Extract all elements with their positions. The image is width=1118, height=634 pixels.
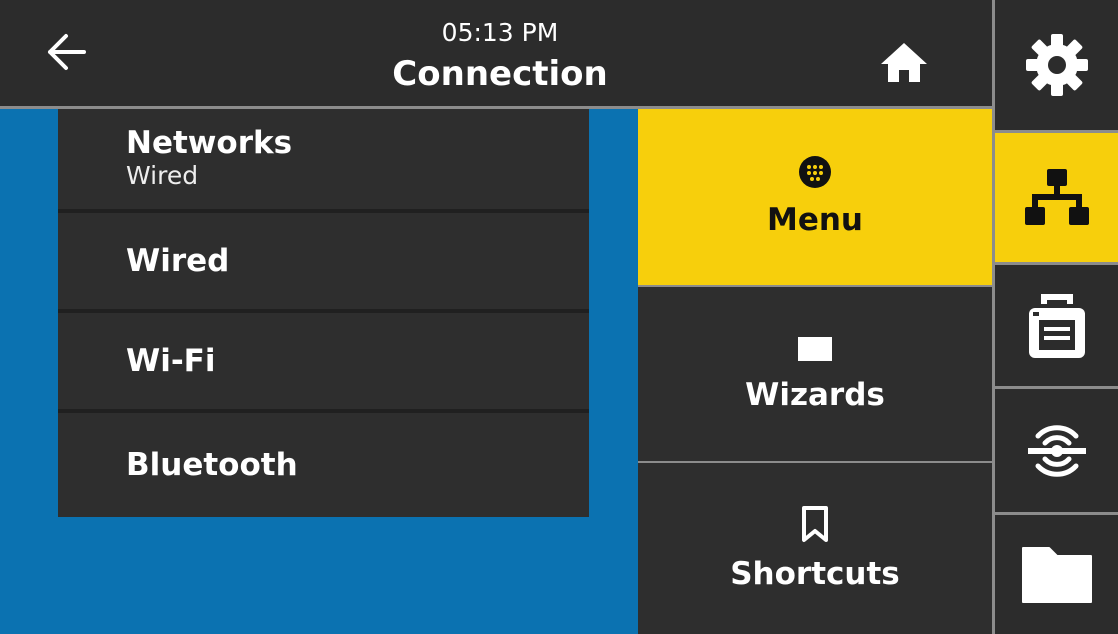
wizards-tile-button[interactable]: Wizards bbox=[638, 285, 992, 461]
rfid-icon bbox=[1027, 424, 1086, 477]
menu-item-label: Bluetooth bbox=[126, 447, 298, 483]
page-title: Connection bbox=[392, 54, 608, 94]
folder-icon bbox=[1021, 546, 1092, 603]
rail-storage-button[interactable] bbox=[995, 512, 1118, 634]
home-icon bbox=[881, 43, 927, 82]
clock-time: 05:13 PM bbox=[441, 18, 559, 47]
back-button[interactable] bbox=[30, 22, 102, 82]
rail-rfid-button[interactable] bbox=[995, 386, 1118, 512]
rail-settings-button[interactable] bbox=[995, 0, 1118, 130]
menu-item-bluetooth[interactable]: Bluetooth bbox=[58, 413, 589, 517]
bookmark-icon bbox=[802, 505, 828, 542]
shortcuts-tile-button[interactable]: Shortcuts bbox=[638, 461, 992, 634]
menu-item-wifi[interactable]: Wi-Fi bbox=[58, 313, 589, 413]
gear-icon bbox=[1025, 34, 1088, 96]
book-icon bbox=[798, 337, 832, 361]
header-bar: 05:13 PM Connection bbox=[0, 0, 992, 106]
menu-item-sublabel: Wired bbox=[126, 161, 199, 190]
menu-item-label: Wi-Fi bbox=[126, 343, 216, 379]
rail-print-button[interactable] bbox=[995, 262, 1118, 386]
home-button[interactable] bbox=[874, 38, 934, 86]
back-arrow-icon bbox=[48, 34, 86, 70]
menu-tile-label: Menu bbox=[766, 202, 863, 238]
menu-item-wired[interactable]: Wired bbox=[58, 213, 589, 313]
menu-item-networks[interactable]: Networks Wired bbox=[58, 109, 589, 213]
category-rail bbox=[992, 0, 1118, 634]
connection-menu-list: Networks Wired Wired Wi-Fi Bluetooth bbox=[58, 109, 589, 517]
menu-item-label: Networks bbox=[126, 125, 293, 161]
main-navigation-tiles: Menu Wizards Shortcuts bbox=[638, 109, 992, 634]
rail-connection-button[interactable] bbox=[995, 130, 1118, 262]
content-panel: Networks Wired Wired Wi-Fi Bluetooth bbox=[0, 109, 638, 634]
menu-item-label: Wired bbox=[126, 243, 230, 279]
grid-dots-icon bbox=[799, 156, 831, 188]
menu-tile-button[interactable]: Menu bbox=[638, 109, 992, 285]
printer-icon bbox=[1028, 293, 1085, 358]
network-icon bbox=[1024, 168, 1089, 225]
wizards-tile-label: Wizards bbox=[745, 377, 885, 413]
shortcuts-tile-label: Shortcuts bbox=[730, 555, 900, 592]
